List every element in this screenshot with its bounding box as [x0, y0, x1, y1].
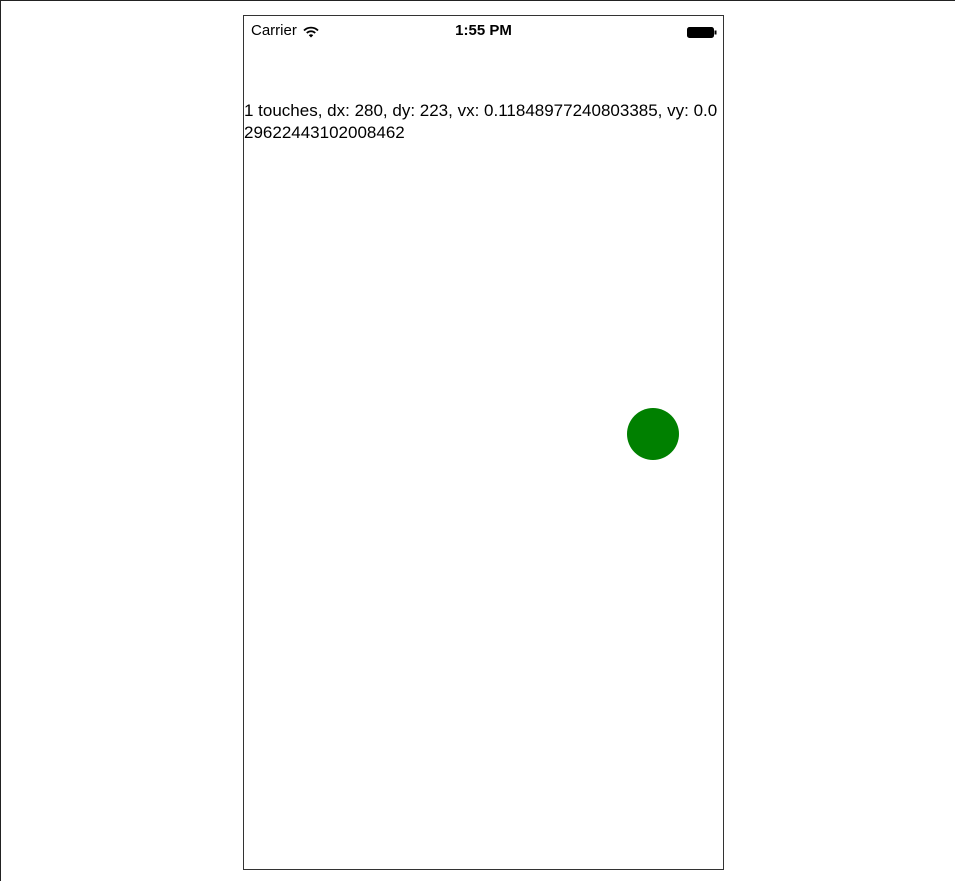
- phone-screen[interactable]: Carrier 1:55 PM 1 touches, dx: 280, dy: …: [243, 15, 724, 870]
- status-time: 1:55 PM: [455, 22, 512, 39]
- touch-indicator-circle[interactable]: [627, 408, 679, 460]
- touch-info-text: 1 touches, dx: 280, dy: 223, vx: 0.11848…: [244, 101, 718, 142]
- status-bar: Carrier 1:55 PM: [244, 16, 723, 44]
- battery-icon: [687, 25, 717, 38]
